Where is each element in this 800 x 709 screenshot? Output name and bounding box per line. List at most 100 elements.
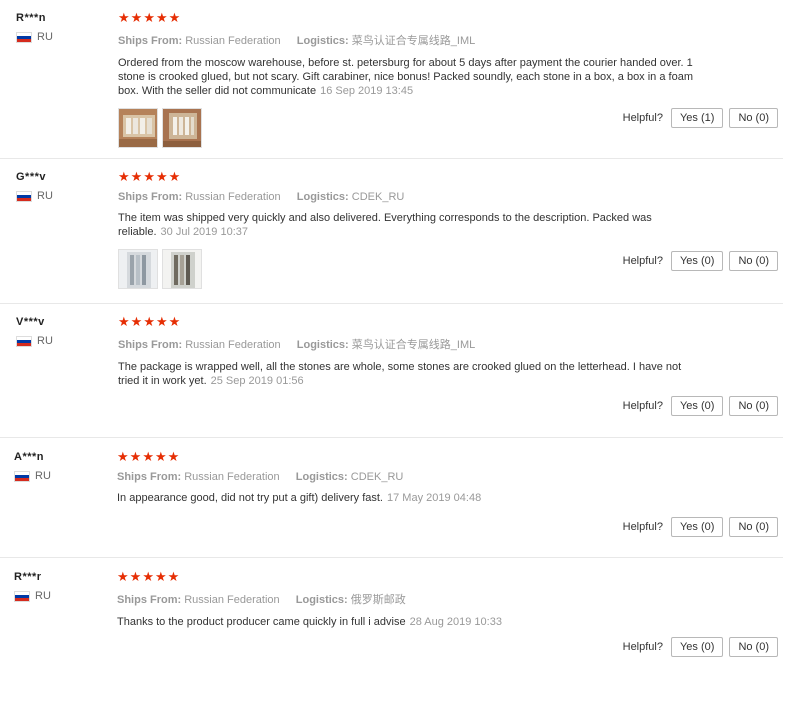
star-rating: ★ ★ ★ ★ ★ <box>118 10 698 25</box>
ships-from-label: Ships From: <box>117 594 182 606</box>
country-code: RU <box>37 190 53 202</box>
review-body: Thanks to the product producer came quic… <box>117 616 406 628</box>
ships-from-value: Russian Federation <box>185 191 281 203</box>
review-photo-thumbnail[interactable] <box>118 108 158 148</box>
review-text: The item was shipped very quickly and al… <box>118 211 698 239</box>
review-content: ★ ★ ★ ★ ★ Ships From: Russian Federation Log… <box>117 569 697 629</box>
review-item: R***n RU ★ ★ ★ ★ ★ Ships From: Russian Feder… <box>0 10 783 159</box>
star-icon: ★ <box>167 569 180 584</box>
ships-from-value: Russian Federation <box>185 35 281 47</box>
helpful-yes-button[interactable]: Yes (0) <box>670 396 724 416</box>
helpful-no-button[interactable]: No (0) <box>729 251 778 271</box>
logistics-label: Logistics: <box>296 191 349 203</box>
helpful-votes: Helpful? Yes (0) No (0) <box>623 517 778 537</box>
review-content: ★ ★ ★ ★ ★ Ships From: Russian Federation Log… <box>118 169 698 289</box>
russia-flag-icon <box>14 470 30 482</box>
review-item: A***n RU ★ ★ ★ ★ ★ Ships From: Russian Feder… <box>0 449 783 558</box>
reviewer-name: G***v <box>16 171 47 183</box>
helpful-label: Helpful? <box>622 112 663 124</box>
helpful-no-button[interactable]: No (0) <box>729 108 778 128</box>
star-icon: ★ <box>155 169 168 184</box>
review-photo-thumbnail[interactable] <box>118 249 158 289</box>
star-icon: ★ <box>129 449 142 464</box>
star-icon: ★ <box>142 569 154 584</box>
review-photo-thumbnail[interactable] <box>162 108 202 148</box>
logistics-value: CDEK_RU <box>350 471 404 483</box>
ships-from-value: Russian Federation <box>184 471 280 483</box>
shipping-meta: Ships From: Russian Federation Logistics… <box>118 32 698 48</box>
country-code: RU <box>37 335 53 347</box>
logistics-label: Logistics: <box>295 594 348 606</box>
review-date: 17 May 2019 04:48 <box>387 492 482 504</box>
helpful-votes: Helpful? Yes (0) No (0) <box>623 251 778 271</box>
reviewer-info: G***v RU <box>16 171 53 202</box>
shipping-meta: Ships From: Russian Federation Logistics… <box>117 591 697 607</box>
shipping-meta: Ships From: Russian Federation Logistics… <box>118 336 698 352</box>
reviewer-name: V***v <box>16 316 45 328</box>
review-content: ★ ★ ★ ★ ★ Ships From: Russian Federation Log… <box>118 10 698 148</box>
logistics-value: 菜鸟认证合专属线路_IML <box>351 35 476 47</box>
star-icon: ★ <box>167 449 180 464</box>
star-icon: ★ <box>117 569 129 584</box>
helpful-label: Helpful? <box>622 400 663 412</box>
ships-from-value: Russian Federation <box>185 339 281 351</box>
review-date: 16 Sep 2019 13:45 <box>320 85 414 97</box>
review-photos <box>118 108 698 148</box>
country-code: RU <box>35 470 51 482</box>
country-code: RU <box>35 590 51 602</box>
review-date: 30 Jul 2019 10:37 <box>160 226 248 238</box>
review-body: In appearance good, did not try put a gi… <box>117 492 383 504</box>
star-icon: ★ <box>130 314 143 329</box>
star-rating: ★ ★ ★ ★ ★ <box>118 169 698 184</box>
ships-from-label: Ships From: <box>117 471 182 483</box>
review-item: V***v RU ★ ★ ★ ★ ★ Ships From: Russian Feder… <box>0 314 783 438</box>
logistics-value: CDEK_RU <box>351 191 405 203</box>
helpful-no-button[interactable]: No (0) <box>729 517 778 537</box>
star-icon: ★ <box>118 314 130 329</box>
reviewer-name: A***n <box>14 451 45 463</box>
reviewer-name: R***n <box>16 12 47 24</box>
logistics-label: Logistics: <box>295 471 348 483</box>
helpful-label: Helpful? <box>622 255 663 267</box>
star-rating: ★ ★ ★ ★ ★ <box>117 569 697 584</box>
star-icon: ★ <box>118 10 130 25</box>
helpful-votes: Helpful? Yes (0) No (0) <box>623 396 778 416</box>
helpful-votes: Helpful? Yes (1) No (0) <box>623 108 778 128</box>
review-body: The package is wrapped well, all the sto… <box>118 361 682 387</box>
review-content: ★ ★ ★ ★ ★ Ships From: Russian Federation Log… <box>117 449 697 505</box>
reviewer-country: RU <box>16 190 53 202</box>
review-date: 28 Aug 2019 10:33 <box>409 616 502 628</box>
helpful-yes-button[interactable]: Yes (0) <box>670 251 724 271</box>
review-item: G***v RU ★ ★ ★ ★ ★ Ships From: Russian Feder… <box>0 169 783 304</box>
reviewer-country: RU <box>14 590 51 602</box>
review-text: Ordered from the moscow warehouse, befor… <box>118 56 698 98</box>
reviewer-info: A***n RU <box>14 451 51 482</box>
reviewer-country: RU <box>14 470 51 482</box>
russia-flag-icon <box>14 590 30 602</box>
review-photos <box>118 249 698 289</box>
helpful-yes-button[interactable]: Yes (1) <box>670 108 724 128</box>
shipping-meta: Ships From: Russian Federation Logistics… <box>118 191 698 203</box>
star-icon: ★ <box>130 10 143 25</box>
star-icon: ★ <box>155 314 168 329</box>
star-icon: ★ <box>168 314 181 329</box>
logistics-label: Logistics: <box>296 339 349 351</box>
ships-from-label: Ships From: <box>118 35 183 47</box>
helpful-no-button[interactable]: No (0) <box>729 396 778 416</box>
helpful-votes: Helpful? Yes (0) No (0) <box>623 637 778 657</box>
star-icon: ★ <box>155 10 168 25</box>
helpful-no-button[interactable]: No (0) <box>729 637 778 657</box>
star-rating: ★ ★ ★ ★ ★ <box>117 449 697 464</box>
russia-flag-icon <box>16 190 32 202</box>
helpful-yes-button[interactable]: Yes (0) <box>670 517 724 537</box>
ships-from-label: Ships From: <box>118 191 183 203</box>
helpful-yes-button[interactable]: Yes (0) <box>670 637 724 657</box>
star-icon: ★ <box>142 449 154 464</box>
reviewer-country: RU <box>16 31 53 43</box>
star-icon: ★ <box>168 169 181 184</box>
review-item: R***r RU ★ ★ ★ ★ ★ Ships From: Russian Feder… <box>0 569 783 677</box>
country-code: RU <box>37 31 53 43</box>
helpful-label: Helpful? <box>622 641 663 653</box>
reviewer-info: V***v RU <box>16 316 53 347</box>
review-photo-thumbnail[interactable] <box>162 249 202 289</box>
